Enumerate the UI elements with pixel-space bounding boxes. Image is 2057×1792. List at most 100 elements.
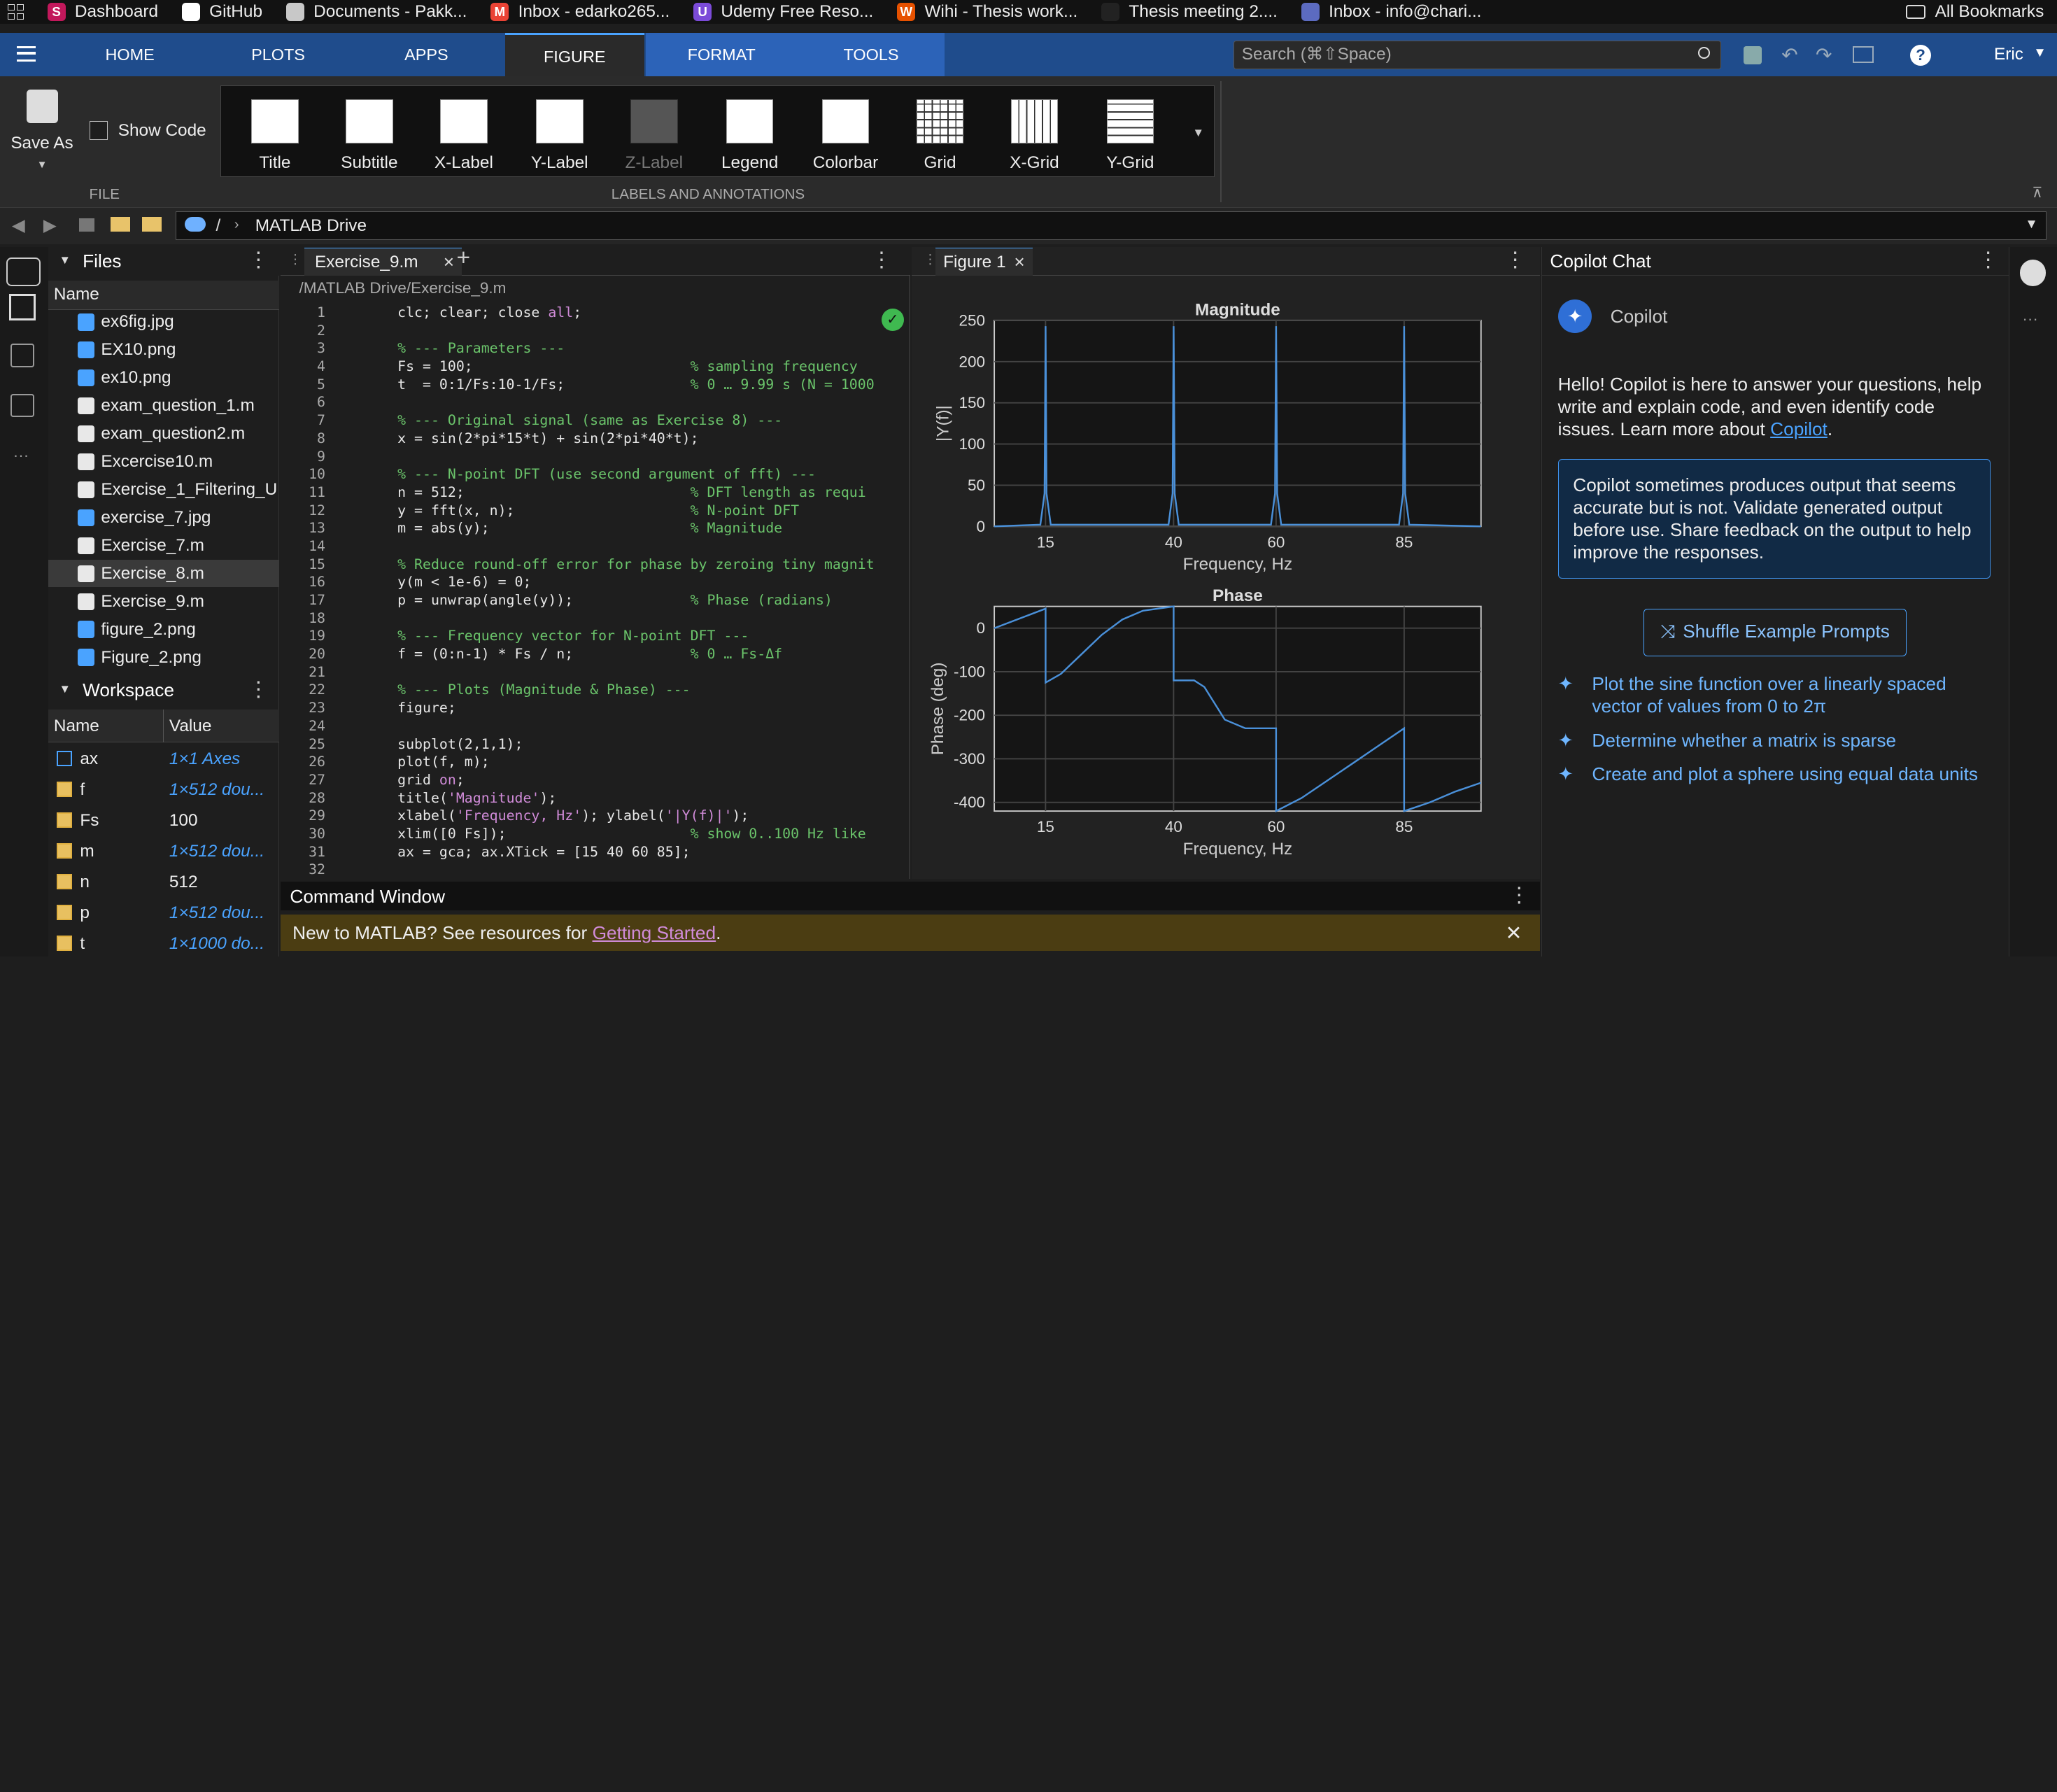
drag-handle-icon[interactable]: ⋮	[289, 252, 302, 267]
help-icon[interactable]: ?	[1910, 44, 1931, 66]
variable-value[interactable]: 1×1 Axes	[169, 749, 240, 769]
browse-folder-icon[interactable]	[141, 217, 162, 232]
gallery-y-grid-button[interactable]: Y-Grid	[1083, 86, 1178, 178]
code-line[interactable]: y = fft(x, n); % N-point DFT	[397, 502, 875, 518]
code-line[interactable]: xlim([0 Fs]); % show 0..100 Hz like	[397, 826, 875, 842]
code-line[interactable]: y(m < 1e-6) = 0;	[397, 574, 875, 590]
workspace-menu-icon[interactable]: ⋮	[248, 677, 269, 702]
code-line[interactable]: Fs = 100; % sampling frequency	[397, 358, 875, 374]
chevron-down-icon[interactable]: ▼	[59, 682, 71, 696]
workspace-panel-icon[interactable]	[9, 294, 36, 320]
workspace-row[interactable]: f 1×512 dou...	[48, 775, 279, 805]
file-row[interactable]: Exercise_1_Filtering_U	[48, 476, 279, 503]
variable-value[interactable]: 1×512 dou...	[169, 780, 264, 800]
code-line[interactable]: subplot(2,1,1);	[397, 736, 875, 752]
file-row[interactable]: exercise_7.jpg	[48, 504, 279, 531]
back-icon[interactable]: ◀	[12, 215, 25, 236]
save-icon[interactable]	[1743, 45, 1762, 64]
bookmark-item[interactable]: S Dashboard	[47, 2, 158, 22]
bookmark-item[interactable]: Thesis meeting 2....	[1101, 2, 1278, 22]
code-line[interactable]: p = unwrap(angle(y)); % Phase (radians)	[397, 592, 875, 608]
bookmark-item[interactable]: Inbox - info@chari...	[1301, 2, 1481, 22]
command-menu-icon[interactable]: ⋮	[1508, 883, 1529, 908]
search-icon[interactable]	[1698, 46, 1710, 59]
code-line[interactable]: xlabel('Frequency, Hz'); ylabel('|Y(f)|'…	[397, 807, 875, 824]
code-line[interactable]: % --- Plots (Magnitude & Phase) ---	[397, 682, 875, 698]
add-tab-icon[interactable]: +	[457, 244, 471, 271]
variable-value[interactable]: 1×1000 do...	[169, 934, 264, 954]
undo-icon[interactable]: ↶	[1781, 43, 1798, 66]
bookmark-item[interactable]: GitHub	[181, 2, 262, 22]
chevron-down-icon[interactable]: ▼	[2025, 216, 2038, 232]
tab-tools[interactable]: TOOLS	[798, 32, 945, 76]
tab-apps[interactable]: APPS	[381, 33, 472, 76]
close-icon[interactable]: ×	[1506, 917, 1522, 947]
code-line[interactable]: % Reduce round-off error for phase by ze…	[397, 556, 875, 572]
file-row[interactable]: exam_question2.m	[48, 420, 279, 447]
all-bookmarks[interactable]: All Bookmarks	[1935, 2, 2044, 22]
gallery-x-grid-button[interactable]: X-Grid	[987, 86, 1082, 178]
workspace-column-header[interactable]: Name Value	[48, 710, 280, 743]
code-line[interactable]: f = (0:n-1) * Fs / n; % 0 … Fs-Δf	[397, 646, 875, 662]
close-icon[interactable]: ×	[444, 251, 454, 273]
file-row[interactable]: Figure_2.png	[48, 644, 279, 669]
variable-value[interactable]: 1×512 dou...	[169, 842, 264, 861]
close-icon[interactable]: ×	[1014, 251, 1024, 273]
redo-icon[interactable]: ↷	[1816, 43, 1832, 66]
figure-plots[interactable]: 15 40 60 85050100150200250MagnitudeFrequenc…	[912, 277, 1540, 878]
path-segment[interactable]: MATLAB Drive	[255, 216, 367, 236]
code-line[interactable]: % --- Original signal (same as Exercise …	[397, 412, 875, 428]
tab-home[interactable]: HOME	[81, 33, 178, 76]
workspace-row[interactable]: m 1×512 dou...	[48, 836, 279, 866]
code-line[interactable]: m = abs(y); % Magnitude	[397, 520, 875, 536]
files-panel-icon[interactable]	[6, 257, 41, 286]
menu-icon[interactable]	[17, 45, 36, 62]
tab-plots[interactable]: PLOTS	[226, 33, 331, 76]
workspace-row[interactable]: Fs 100	[48, 805, 279, 835]
tab-format[interactable]: FORMAT	[645, 32, 798, 76]
code-line[interactable]: clc; clear; close all;	[397, 304, 875, 320]
gallery-subtitle-button[interactable]: Subtitle	[322, 86, 416, 178]
gallery-legend-button[interactable]: Legend	[702, 86, 797, 178]
apps-grid-icon[interactable]	[8, 3, 24, 20]
workspace-row[interactable]: ax 1×1 Axes	[48, 744, 279, 774]
file-row[interactable]: exam_question_1.m	[48, 392, 279, 419]
current-folder-field[interactable]: / › MATLAB Drive ▼	[176, 211, 2047, 241]
example-prompt[interactable]: ✦ Plot the sine function over a linearly …	[1558, 673, 1996, 718]
copilot-menu-icon[interactable]: ⋮	[1978, 248, 1999, 272]
more-icon[interactable]: ···	[2022, 310, 2037, 328]
save-as-button[interactable]: Save As ▼	[8, 89, 76, 176]
tab-figure[interactable]: FIGURE	[504, 32, 644, 76]
gallery-y-label-button[interactable]: Y-Label	[512, 86, 607, 178]
workspace-row[interactable]: t 1×1000 do...	[48, 929, 279, 957]
editor-menu-icon[interactable]: ⋮	[871, 248, 892, 272]
code-line[interactable]: grid on;	[397, 772, 875, 788]
windows-icon[interactable]	[1852, 45, 1874, 63]
figure-tab[interactable]: Figure 1 ×	[935, 248, 1033, 276]
collapse-ribbon-icon[interactable]: ⊼	[2032, 184, 2042, 202]
workspace-row[interactable]: n 512	[48, 867, 279, 897]
code-line[interactable]: % --- Parameters ---	[397, 340, 875, 356]
bookmark-item[interactable]: Documents - Pakk...	[285, 2, 467, 22]
file-row[interactable]: Exercise_9.m	[48, 588, 279, 615]
figure-menu-icon[interactable]: ⋮	[1505, 248, 1526, 272]
code-line[interactable]: ax = gca; ax.XTick = [15 40 60 85];	[397, 844, 875, 860]
shuffle-prompts-button[interactable]: ⤨ Shuffle Example Prompts	[1643, 609, 1907, 656]
file-row[interactable]: EX10.png	[48, 337, 279, 364]
editor-tab[interactable]: Exercise_9.m ×	[304, 248, 462, 276]
code-line[interactable]: n = 512; % DFT length as requi	[397, 484, 875, 500]
chevron-down-icon[interactable]: ▼	[59, 253, 71, 267]
file-row[interactable]: Exercise_8.m	[48, 560, 280, 588]
gallery-colorbar-button[interactable]: Colorbar	[798, 86, 893, 178]
code-line[interactable]: x = sin(2*pi*15*t) + sin(2*pi*40*t);	[397, 430, 875, 446]
profiler-panel-icon[interactable]	[10, 393, 34, 418]
workspace-row[interactable]: p 1×512 dou...	[48, 898, 279, 928]
copilot-link[interactable]: Copilot	[1770, 418, 1828, 439]
up-folder-icon[interactable]	[78, 218, 94, 232]
bookmark-item[interactable]: W Wihi - Thesis work...	[897, 2, 1077, 22]
search-input[interactable]: Search (⌘⇧Space)	[1233, 41, 1721, 70]
copilot-toggle-icon[interactable]	[2019, 260, 2047, 286]
show-code-checkbox[interactable]: Show Code	[89, 121, 206, 141]
gallery-grid-button[interactable]: Grid	[893, 86, 987, 178]
files-menu-icon[interactable]: ⋮	[248, 248, 269, 272]
